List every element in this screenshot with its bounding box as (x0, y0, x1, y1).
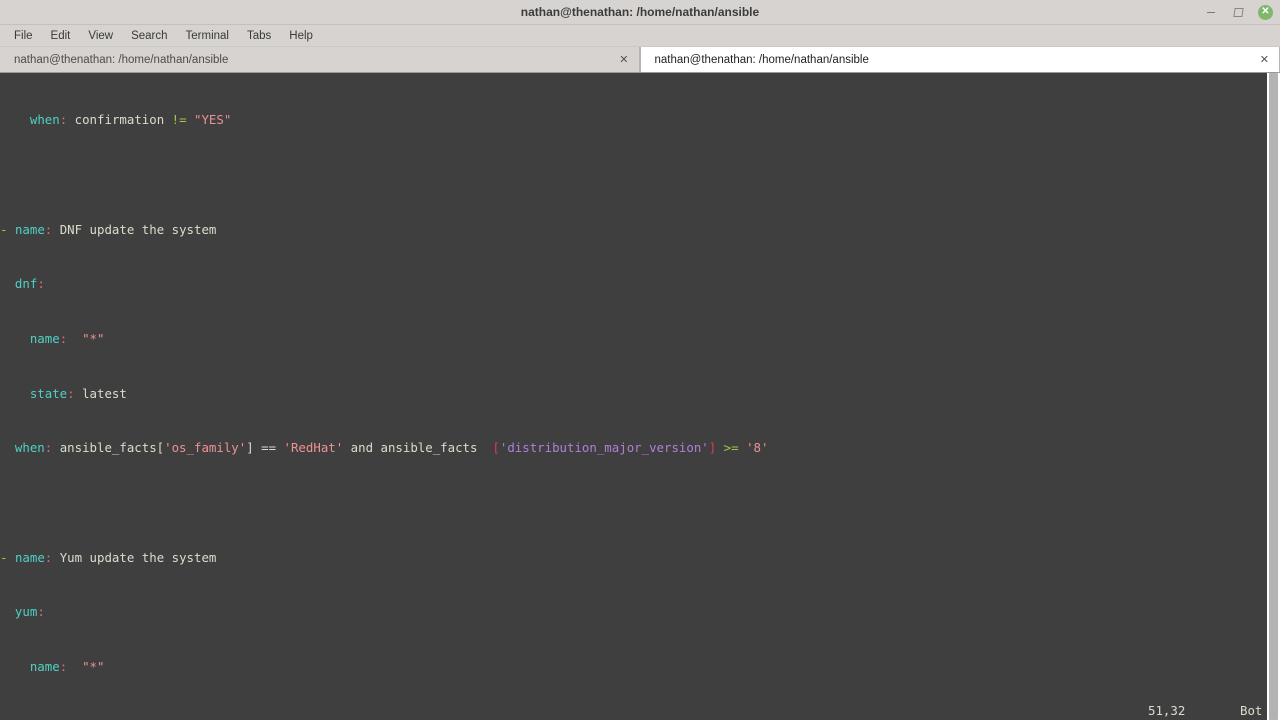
maximize-icon[interactable] (1231, 5, 1245, 19)
tab-2[interactable]: nathan@thenathan: /home/nathan/ansible ✕ (639, 47, 1280, 72)
title-bar: nathan@thenathan: /home/nathan/ansible ✕ (0, 0, 1280, 25)
code-line: when: confirmation != "YES" (29, 112, 232, 128)
menu-item-tabs[interactable]: Tabs (238, 28, 280, 44)
tab-bar: nathan@thenathan: /home/nathan/ansible ✕… (0, 47, 1280, 73)
window-controls: ✕ (1204, 0, 1273, 24)
menu-item-file[interactable]: File (5, 28, 42, 44)
code-line: when: ansible_facts['os_family'] == 'Red… (14, 440, 769, 456)
window-title: nathan@thenathan: /home/nathan/ansible (520, 5, 760, 19)
tab-1[interactable]: nathan@thenathan: /home/nathan/ansible ✕ (0, 47, 640, 72)
menu-bar: File Edit View Search Terminal Tabs Help (0, 25, 1280, 47)
vertical-scrollbar[interactable] (1267, 73, 1280, 720)
vim-buffer: when: confirmation != "YES" - name: DNF … (0, 73, 768, 720)
terminal-content[interactable]: when: confirmation != "YES" - name: DNF … (0, 73, 1280, 720)
close-icon[interactable]: ✕ (1258, 4, 1273, 20)
menu-item-terminal[interactable]: Terminal (177, 28, 238, 44)
code-line: name: "*" (29, 659, 105, 674)
code-line: state: latest (29, 385, 127, 401)
terminal-window: nathan@thenathan: /home/nathan/ansible ✕… (0, 0, 1280, 720)
menu-item-search[interactable]: Search (122, 28, 176, 44)
vim-status-line: 51,32 Bot (0, 700, 1280, 720)
minimize-icon[interactable] (1204, 5, 1218, 19)
menu-item-edit[interactable]: Edit (42, 28, 80, 44)
scrollbar-thumb[interactable] (1269, 73, 1278, 720)
code-line: dnf: (14, 276, 45, 292)
tab-1-close-icon[interactable]: ✕ (611, 53, 628, 66)
scroll-location: Bot (1240, 702, 1263, 718)
code-line: - name: DNF update the system (0, 221, 217, 237)
yaml-key: when (29, 112, 60, 128)
tab-1-label: nathan@thenathan: /home/nathan/ansible (14, 53, 229, 66)
tab-2-close-icon[interactable]: ✕ (1252, 53, 1269, 66)
tab-2-label: nathan@thenathan: /home/nathan/ansible (654, 53, 869, 66)
menu-item-view[interactable]: View (79, 28, 122, 44)
code-line: yum: (14, 604, 45, 620)
code-line: name: "*" (29, 331, 105, 347)
cursor-position: 51,32 (1148, 702, 1186, 718)
menu-item-help[interactable]: Help (280, 28, 322, 44)
code-line: - name: Yum update the system (0, 549, 217, 565)
